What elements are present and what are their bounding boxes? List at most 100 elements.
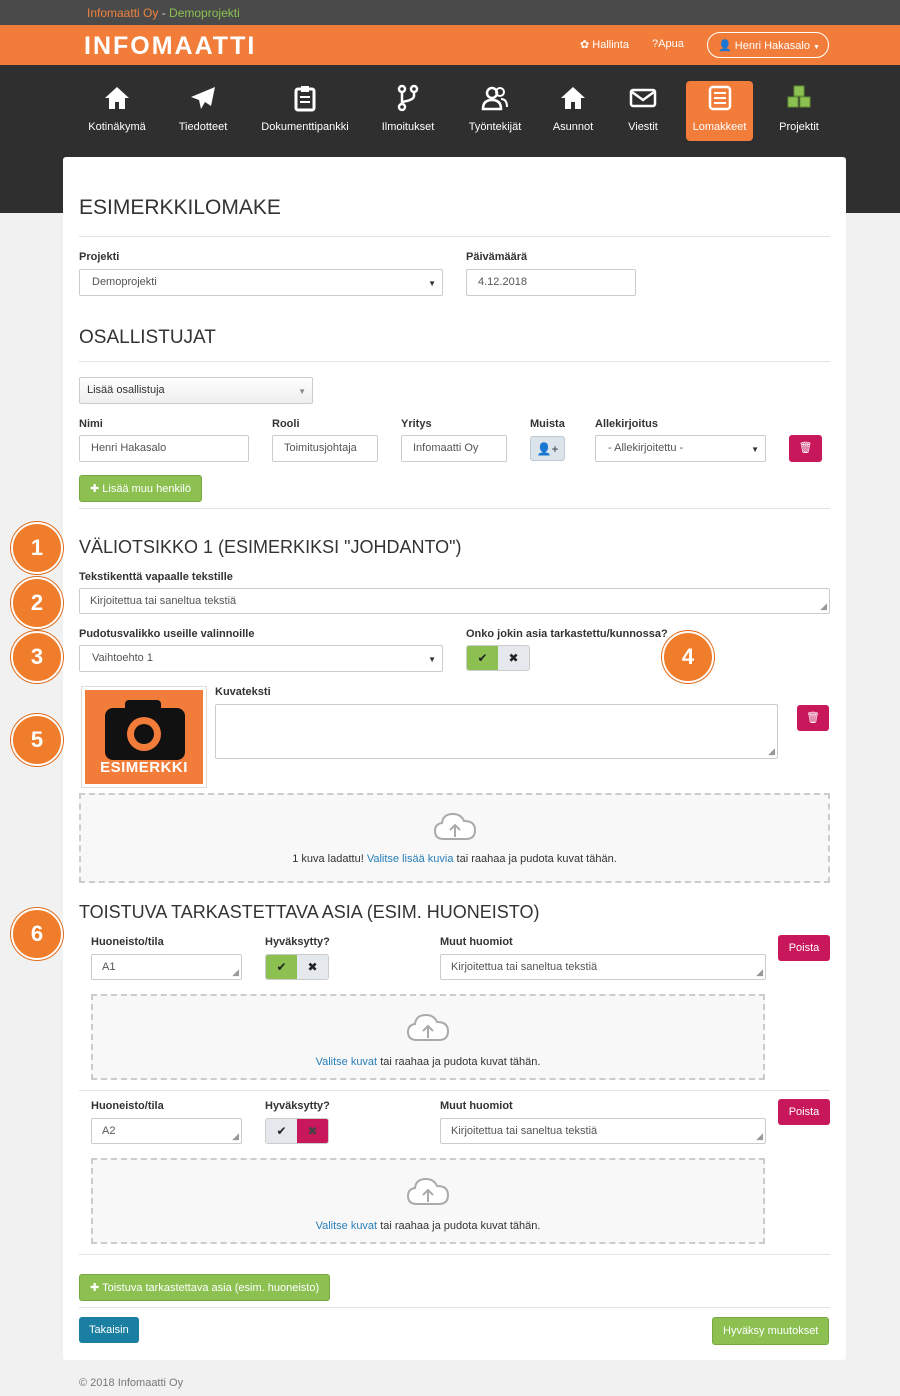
caption-field[interactable]: ◢ [215,704,778,759]
gear-icon: ✿ [580,39,590,51]
checked-question-label: Onko jokin asia tarkastettu/kunnossa? [466,628,668,640]
nav-item-notifications[interactable]: Ilmoitukset [378,82,438,140]
accept-changes-button[interactable]: Hyväksy muutokset [712,1317,830,1345]
nav-item-projects[interactable]: Projektit [774,82,824,140]
resize-handle-icon[interactable]: ◢ [756,1131,763,1142]
user-menu-button[interactable]: 👤 Henri Hakasalo ▼ [707,32,829,58]
room-input[interactable]: A1 ◢ [91,954,242,980]
logo[interactable]: INFOMAATTI [84,32,256,61]
page-title: ESIMERKKILOMAKE [79,196,281,219]
nav-item-announcements[interactable]: Tiedotteet [174,82,232,140]
signature-select[interactable]: - Allekirjoitettu - ▼ [595,435,766,462]
breadcrumb-project[interactable]: Demoprojekti [169,6,240,20]
plus-icon: ✚ [90,1282,100,1294]
dropdown-label: Pudotusvalikko useille valinnoille [79,628,255,640]
cubes-icon [774,82,824,114]
add-repeating-item-label: Toistuva tarkastettava asia (esim. huone… [102,1282,320,1294]
check-icon[interactable]: ✔ [467,646,498,670]
participant-role-input[interactable]: Toimitusjohtaja [272,435,378,462]
date-input[interactable]: 4.12.2018 [466,269,636,296]
select-images-link[interactable]: Valitse kuvat [316,1056,378,1068]
check-icon[interactable]: ✔ [266,1119,297,1143]
breadcrumb-org[interactable]: Infomaatti Oy [87,6,158,20]
cross-icon[interactable]: ✖ [297,1119,328,1143]
caret-down-icon: ▼ [298,387,306,396]
select-more-images-link[interactable]: Valitse lisää kuvia [367,853,454,865]
select-images-link[interactable]: Valitse kuvat [316,1220,378,1232]
add-other-person-button[interactable]: ✚ Lisää muu henkilö [79,475,202,502]
checked-toggle[interactable]: ✔ ✖ [466,645,530,671]
trash-icon: 🗑 [806,712,820,724]
uploaded-image-thumbnail[interactable]: ESIMERKKI [81,686,207,788]
notes-value: Kirjoitettua tai saneltua tekstiä [451,961,598,973]
item-image-dropzone[interactable]: Valitse kuvat tai raahaa ja pudota kuvat… [91,1158,765,1244]
cross-icon[interactable]: ✖ [297,955,328,979]
user-plus-icon: 👤+ [536,442,559,456]
add-participant-value: Lisää osallistuja [87,384,165,396]
user-name: Henri Hakasalo [734,40,810,52]
delete-item-button[interactable]: Poista [778,1099,830,1125]
section-subtitle: VÄLIOTSIKKO 1 (ESIMERKIKSI "JOHDANTO") [79,537,462,557]
resize-handle-icon[interactable]: ◢ [232,967,239,978]
resize-handle-icon[interactable]: ◢ [768,746,775,757]
cloud-upload-icon [433,812,476,840]
project-select[interactable]: Demoprojekti ▼ [79,269,443,296]
admin-link[interactable]: ✿ Hallinta [580,38,629,51]
trash-icon: 🗑 [798,442,813,454]
nav-item-documents[interactable]: Dokumenttipankki [258,82,352,140]
delete-image-button[interactable]: 🗑 [797,705,829,731]
cloud-upload-icon [406,1177,450,1205]
remember-person-button[interactable]: 👤+ [530,436,565,461]
name-column-label: Nimi [79,418,103,430]
breadcrumb-separator: - [158,6,170,20]
notes-label: Muut huomiot [440,936,513,948]
nav-item-apartments[interactable]: Asunnot [548,82,598,140]
participant-name-input[interactable]: Henri Hakasalo [79,435,249,462]
dropzone-text: Valitse kuvat tai raahaa ja pudota kuvat… [93,1056,763,1068]
image-dropzone[interactable]: 1 kuva ladattu! Valitse lisää kuvia tai … [79,793,830,883]
divider [79,508,830,509]
resize-handle-icon[interactable]: ◢ [756,967,763,978]
dropzone-text: Valitse kuvat tai raahaa ja pudota kuvat… [93,1220,763,1232]
notes-input[interactable]: Kirjoitettua tai saneltua tekstiä ◢ [440,1118,766,1144]
room-label: Huoneisto/tila [91,1100,164,1112]
back-button[interactable]: Takaisin [79,1317,139,1343]
participant-company-input[interactable]: Infomaatti Oy [401,435,507,462]
project-select-value: Demoprojekti [92,276,157,288]
user-icon: 👤 [718,40,732,52]
admin-label: Hallinta [592,39,629,51]
top-breadcrumb-bar: Infomaatti Oy - Demoprojekti [0,0,900,25]
delete-participant-button[interactable]: 🗑 [789,435,822,462]
add-participant-select[interactable]: Lisää osallistuja ▼ [79,377,313,404]
check-icon[interactable]: ✔ [266,955,297,979]
options-dropdown-value: Vaihtoehto 1 [92,652,153,664]
footer-copyright: © 2018 Infomaatti Oy [79,1377,184,1389]
approved-toggle[interactable]: ✔ ✖ [265,1118,329,1144]
options-dropdown[interactable]: Vaihtoehto 1 ▼ [79,645,443,672]
delete-item-button[interactable]: Poista [778,935,830,961]
nav-label: Työntekijät [468,121,522,133]
help-link[interactable]: ?Apua [652,38,684,50]
free-text-value: Kirjoitettua tai saneltua tekstiä [90,595,237,607]
free-text-field[interactable]: Kirjoitettua tai saneltua tekstiä ◢ [79,588,830,614]
nav-item-employees[interactable]: Työntekijät [464,82,526,140]
resize-handle-icon[interactable]: ◢ [232,1131,239,1142]
nav-item-messages[interactable]: Viestit [620,82,666,140]
cross-icon[interactable]: ✖ [498,646,529,670]
upload-status-text: 1 kuva ladattu! [292,853,364,865]
approved-label: Hyväksytty? [265,936,330,948]
approved-toggle[interactable]: ✔ ✖ [265,954,329,980]
divider [79,236,830,237]
nav-label: Tiedotteet [178,121,228,133]
caret-down-icon: ▼ [428,655,436,664]
caption-label: Kuvateksti [215,686,271,698]
add-repeating-item-button[interactable]: ✚ Toistuva tarkastettava asia (esim. huo… [79,1274,331,1301]
signature-select-value: - Allekirjoitettu - [608,442,684,454]
resize-handle-icon[interactable]: ◢ [820,601,827,612]
item-image-dropzone[interactable]: Valitse kuvat tai raahaa ja pudota kuvat… [91,994,765,1080]
help-label: Apua [658,38,684,50]
nav-item-home[interactable]: Kotinäkymä [88,82,146,140]
nav-item-forms[interactable]: Lomakkeet [686,81,753,141]
room-input[interactable]: A2 ◢ [91,1118,242,1144]
notes-input[interactable]: Kirjoitettua tai saneltua tekstiä ◢ [440,954,766,980]
